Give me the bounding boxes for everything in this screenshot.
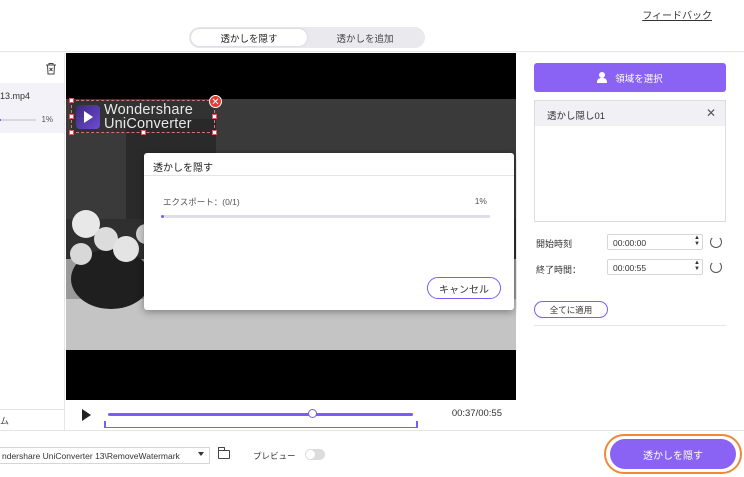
file-progress-percent: 1% [41, 115, 53, 124]
top-bar: フィードバック 透かしを隠す 透かしを追加 [0, 0, 744, 52]
preview-label: プレビュー [253, 451, 296, 461]
folder-icon[interactable] [218, 447, 230, 459]
dialog-title: 透かしを隠す [144, 153, 514, 176]
watermark-region-list: 透かし隠し01 ✕ [534, 100, 726, 222]
bottom-bar: ndershare UniConverter 13\RemoveWatermar… [0, 430, 744, 477]
start-time-value: 00:00:00 [613, 238, 647, 248]
reset-icon[interactable] [710, 236, 722, 248]
resize-handle[interactable] [212, 114, 217, 119]
stamp-icon [597, 72, 608, 83]
playhead-handle[interactable] [308, 409, 318, 418]
preview-toggle[interactable] [305, 449, 325, 460]
app-window: フィードバック 透かしを隠す 透かしを追加 13.mp4 1% ム Wonder… [0, 0, 744, 477]
file-name: 13.mp4 [0, 91, 31, 101]
resize-handle[interactable] [212, 130, 217, 135]
end-time-value: 00:00:55 [613, 263, 647, 273]
feedback-link[interactable]: フィードバック [642, 7, 712, 22]
select-area-label: 領域を選択 [615, 73, 663, 85]
watermark-settings-panel: 領域を選択 透かし隠し01 ✕ 開始時刻 00:00:00 ▲ ▼ 終了時間： 0… [517, 53, 744, 430]
export-percent: 1% [474, 196, 487, 206]
output-path-value: ndershare UniConverter 13\RemoveWatermar… [2, 451, 180, 461]
export-progress-bar [161, 215, 490, 218]
reset-icon[interactable] [710, 261, 722, 273]
list-item[interactable]: 透かし隠し01 ✕ [535, 101, 725, 126]
watermark-region-label: 透かし隠し01 [547, 111, 606, 122]
timeline-track[interactable] [108, 413, 413, 416]
resize-handle[interactable] [141, 130, 146, 135]
export-progress-dialog: 透かしを隠す エクスポート：(0/1) 1% キャンセル [144, 153, 514, 310]
trash-icon[interactable] [45, 62, 57, 75]
divider [534, 325, 726, 326]
resize-handle[interactable] [69, 98, 74, 103]
tab-add-watermark[interactable]: 透かしを追加 [307, 29, 423, 46]
start-time-label: 開始時刻 [536, 239, 573, 249]
file-progress-bar [0, 119, 36, 121]
mode-tabs: 透かしを隠す 透かしを追加 [189, 27, 425, 48]
remove-watermark-button[interactable]: 透かしを隠す [610, 439, 736, 469]
file-list-panel: 13.mp4 1% ム [0, 53, 65, 430]
apply-to-all-button[interactable]: 全てに適用 [534, 301, 608, 318]
time-display: 00:37/00:55 [451, 408, 502, 419]
left-panel-footer: ム [0, 409, 64, 430]
output-path-select[interactable]: ndershare UniConverter 13\RemoveWatermar… [0, 447, 210, 464]
uniconverter-logo-icon [76, 105, 100, 129]
resize-handle[interactable] [69, 130, 74, 135]
timeline: 00:37/00:55 [66, 400, 516, 430]
watermark-text-line2: UniConverter [104, 116, 192, 132]
watermark-selection-box[interactable]: Wondershare UniConverter ✕ [69, 95, 222, 135]
cancel-button[interactable]: キャンセル [427, 277, 501, 299]
watermark-box-close-icon[interactable]: ✕ [209, 95, 222, 108]
chevron-down-icon[interactable] [198, 452, 204, 456]
close-icon[interactable]: ✕ [706, 106, 716, 120]
tab-remove-watermark[interactable]: 透かしを隠す [191, 29, 307, 46]
end-time-input[interactable]: 00:00:55 ▲ ▼ [607, 259, 703, 275]
end-time-label: 終了時間： [536, 265, 582, 275]
play-icon[interactable] [82, 409, 91, 421]
spin-arrows-icon[interactable]: ▲ ▼ [693, 260, 701, 272]
start-time-input[interactable]: 00:00:00 ▲ ▼ [607, 234, 703, 250]
spin-arrows-icon[interactable]: ▲ ▼ [693, 235, 701, 247]
file-list-item[interactable]: 13.mp4 1% [0, 83, 64, 133]
resize-handle[interactable] [69, 114, 74, 119]
select-area-button[interactable]: 領域を選択 [534, 63, 726, 92]
export-count-label: エクスポート：(0/1) [163, 197, 240, 207]
trim-range-bracket[interactable] [104, 421, 418, 428]
